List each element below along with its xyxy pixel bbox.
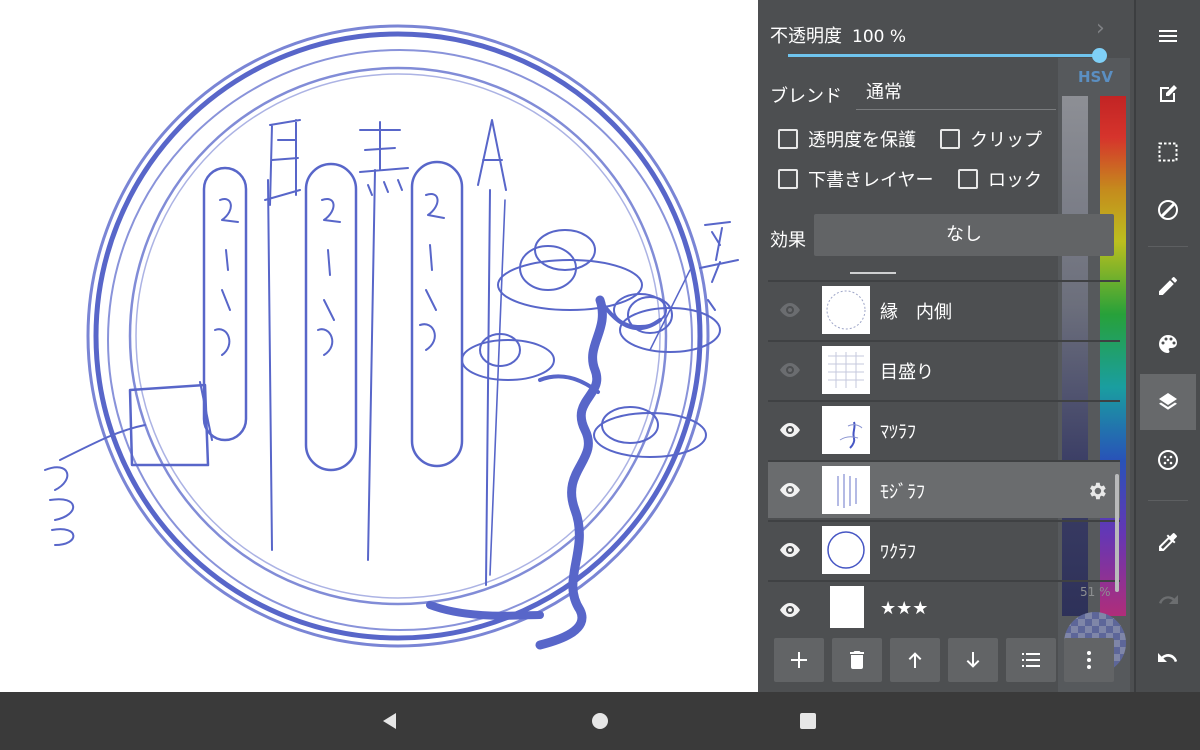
layer-row[interactable]: 縁 内側 bbox=[768, 280, 1120, 338]
more-vertical-icon bbox=[1087, 651, 1091, 669]
blend-label: ブレンド bbox=[770, 86, 842, 107]
right-toolbar bbox=[1134, 0, 1200, 692]
protect-alpha-checkbox[interactable]: 透明度を保護 bbox=[778, 126, 916, 152]
effect-select[interactable]: なし bbox=[814, 214, 1114, 256]
layer-list-scrollbar[interactable] bbox=[1115, 474, 1119, 592]
layer-row[interactable]: ﾏﾂﾗﾌ bbox=[768, 400, 1120, 458]
layer-thumbnail-edge bbox=[850, 272, 896, 274]
layer-thumbnail bbox=[822, 286, 870, 334]
layers-icon bbox=[1159, 393, 1177, 410]
opacity-row: 不透明度 100 % bbox=[770, 22, 906, 48]
more-options-button[interactable] bbox=[1064, 638, 1114, 682]
menu-icon bbox=[1159, 30, 1177, 42]
drawing-canvas[interactable] bbox=[0, 0, 758, 692]
move-layer-up-button[interactable] bbox=[890, 638, 940, 682]
selection-button[interactable] bbox=[1140, 124, 1196, 180]
arrow-up-icon bbox=[908, 652, 922, 668]
move-layer-down-button[interactable] bbox=[948, 638, 998, 682]
gear-icon[interactable] bbox=[1086, 480, 1108, 502]
eye-icon[interactable] bbox=[778, 538, 802, 562]
layer-panel: HSV 51 % 不透明度 100 % › ブレンド 通常 透明度を保護 クリップ… bbox=[758, 0, 1134, 692]
redo-icon bbox=[1159, 595, 1178, 604]
lock-checkbox[interactable]: ロック bbox=[958, 166, 1042, 192]
layer-list[interactable]: 縁 内側 目盛り ﾏﾂﾗﾌ ﾓｼﾞﾗﾌ ﾜｸﾗﾌ ★★★ bbox=[768, 260, 1120, 628]
pen-button[interactable] bbox=[1140, 258, 1196, 314]
menu-button[interactable] bbox=[1140, 8, 1196, 64]
opacity-slider-handle[interactable] bbox=[1092, 48, 1107, 63]
draft-layer-label: 下書きレイヤー bbox=[808, 170, 934, 191]
layer-list-button[interactable] bbox=[1006, 638, 1056, 682]
material-button[interactable] bbox=[1140, 432, 1196, 488]
back-icon[interactable] bbox=[378, 709, 402, 733]
transform-button[interactable] bbox=[1140, 182, 1196, 238]
recents-icon[interactable] bbox=[796, 709, 820, 733]
undo-icon bbox=[1158, 653, 1178, 662]
layer-name: ﾜｸﾗﾌ bbox=[880, 542, 916, 563]
layer-row[interactable]: ﾜｸﾗﾌ bbox=[768, 520, 1120, 578]
layer-name: ﾓｼﾞﾗﾌ bbox=[880, 482, 925, 503]
eye-icon[interactable] bbox=[778, 598, 802, 622]
checkbox-icon bbox=[940, 129, 960, 149]
redo-button[interactable] bbox=[1140, 572, 1196, 628]
layer-thumbnail bbox=[830, 586, 864, 628]
layer-row[interactable]: ★★★ bbox=[768, 580, 1120, 628]
pencil-icon bbox=[1159, 277, 1177, 295]
toolbar-divider bbox=[1148, 246, 1188, 247]
eye-icon[interactable] bbox=[778, 298, 802, 322]
layer-row[interactable]: 目盛り bbox=[768, 340, 1120, 398]
opacity-slider-track[interactable] bbox=[788, 54, 1100, 57]
home-icon[interactable] bbox=[588, 709, 612, 733]
edit-button[interactable] bbox=[1140, 66, 1196, 122]
list-icon bbox=[1022, 653, 1040, 667]
layer-name: ﾏﾂﾗﾌ bbox=[880, 422, 916, 443]
eye-icon[interactable] bbox=[778, 478, 802, 502]
delete-layer-button[interactable] bbox=[832, 638, 882, 682]
layer-row-selected[interactable]: ﾓｼﾞﾗﾌ bbox=[768, 460, 1120, 518]
protect-alpha-label: 透明度を保護 bbox=[808, 130, 916, 151]
eyedropper-button[interactable] bbox=[1140, 514, 1196, 570]
effect-label: 効果 bbox=[770, 230, 806, 251]
eyedropper-icon bbox=[1159, 533, 1177, 551]
layer-thumbnail bbox=[822, 466, 870, 514]
add-layer-button[interactable] bbox=[774, 638, 824, 682]
layer-thumbnail bbox=[822, 346, 870, 394]
layer-name: ★★★ bbox=[880, 598, 929, 619]
lock-label: ロック bbox=[988, 170, 1042, 191]
undo-button[interactable] bbox=[1140, 630, 1196, 686]
layers-button[interactable] bbox=[1140, 374, 1196, 430]
hsv-mode-label[interactable]: HSV bbox=[1078, 68, 1113, 86]
arrow-down-icon bbox=[966, 652, 980, 668]
layer-name: 縁 内側 bbox=[880, 302, 952, 323]
clipping-label: クリップ bbox=[970, 130, 1042, 151]
clipping-checkbox[interactable]: クリップ bbox=[940, 126, 1042, 152]
palette-icon bbox=[1159, 335, 1177, 353]
layer-thumbnail bbox=[822, 406, 870, 454]
system-navigation-bar bbox=[0, 692, 1200, 750]
plus-icon bbox=[791, 652, 807, 668]
eye-icon[interactable] bbox=[778, 418, 802, 442]
toolbar-divider bbox=[1148, 500, 1188, 501]
eye-icon[interactable] bbox=[778, 358, 802, 382]
palette-button[interactable] bbox=[1140, 316, 1196, 372]
transform-icon bbox=[1158, 200, 1178, 220]
checkbox-icon bbox=[778, 169, 798, 189]
edit-icon bbox=[1160, 85, 1177, 102]
opacity-value: 100 % bbox=[852, 27, 907, 47]
layer-name: 目盛り bbox=[880, 362, 934, 383]
draft-layer-checkbox[interactable]: 下書きレイヤー bbox=[778, 166, 933, 192]
checkbox-icon bbox=[778, 129, 798, 149]
chevron-right-icon[interactable]: › bbox=[1096, 16, 1105, 41]
sketch-artwork bbox=[44, 24, 739, 650]
trash-icon bbox=[850, 651, 864, 669]
material-icon bbox=[1158, 450, 1178, 470]
layer-thumbnail bbox=[822, 526, 870, 574]
opacity-label: 不透明度 bbox=[770, 26, 842, 47]
blend-mode-select[interactable]: 通常 bbox=[856, 80, 1056, 110]
selection-icon bbox=[1158, 142, 1178, 162]
checkbox-icon bbox=[958, 169, 978, 189]
